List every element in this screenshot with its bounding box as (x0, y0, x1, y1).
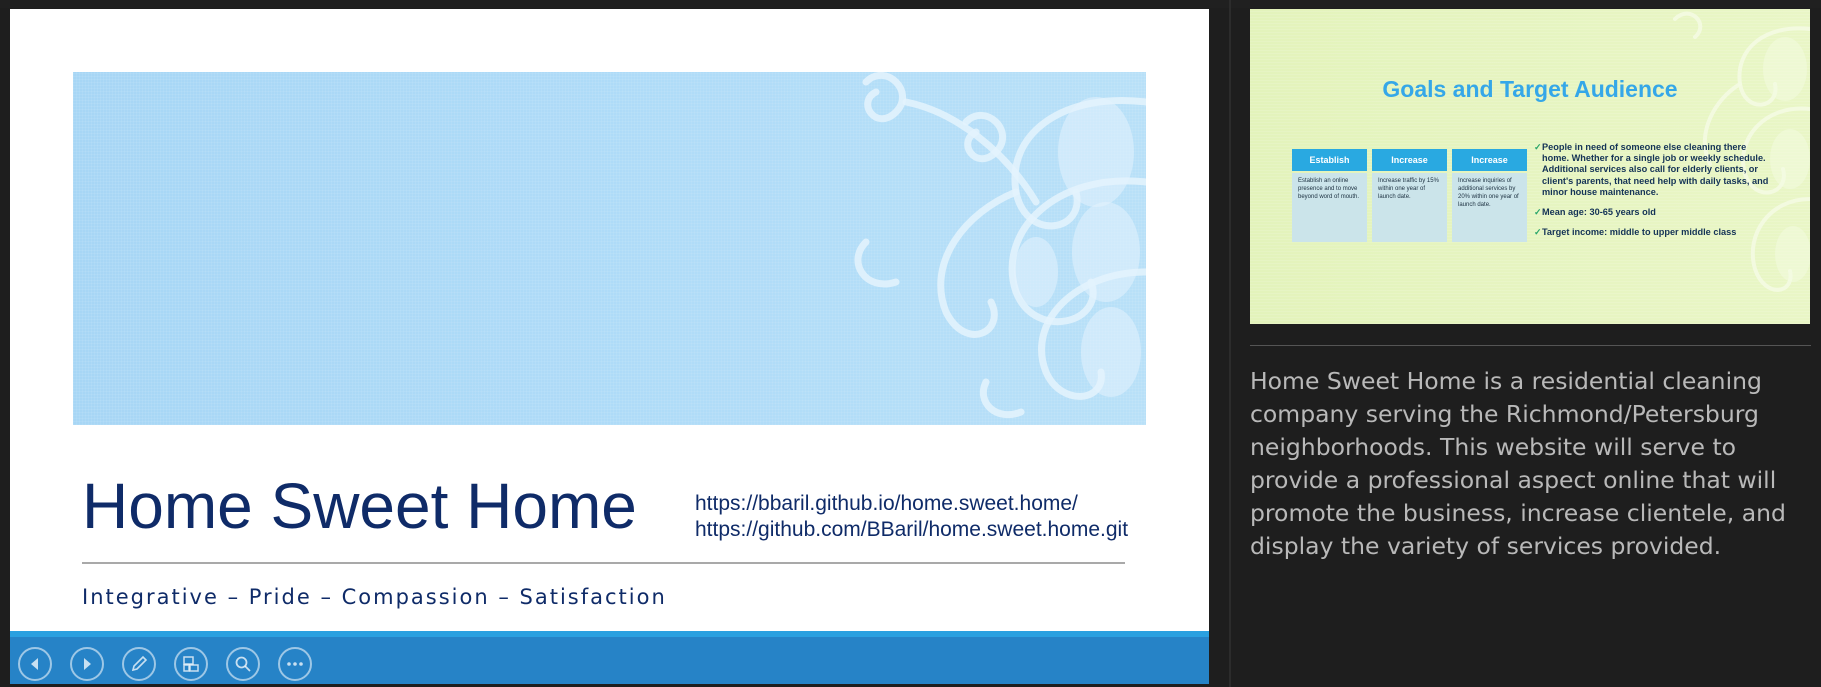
zoom-icon (235, 656, 251, 672)
see-all-slides-button[interactable] (174, 647, 208, 681)
preview-bullet: ✓ People in need of someone else cleanin… (1534, 142, 1769, 198)
preview-bullet: ✓ Mean age: 30-65 years old (1534, 207, 1769, 218)
control-bar-accent (10, 631, 1209, 637)
preview-goal-heading: Establish (1292, 149, 1367, 171)
preview-goal-body: Increase inquiries of additional service… (1452, 173, 1527, 242)
slide-title: Home Sweet Home (82, 470, 637, 542)
preview-bullet: ✓ Target income: middle to upper middle … (1534, 227, 1769, 238)
speaker-notes[interactable]: Home Sweet Home is a residential cleanin… (1250, 365, 1811, 563)
preview-bullet-text: Mean age: 30-65 years old (1542, 207, 1656, 218)
all-slides-icon (183, 656, 199, 672)
notes-separator (1250, 345, 1811, 346)
preview-goal-body: Increase traffic by 15% within one year … (1372, 173, 1447, 242)
check-icon: ✓ (1534, 207, 1542, 218)
slide-tagline: Integrative – Pride – Compassion – Satis… (82, 585, 667, 609)
presenter-control-bar (10, 631, 1209, 684)
previous-slide-button[interactable] (18, 647, 52, 681)
zoom-button[interactable] (226, 647, 260, 681)
current-slide: Home Sweet Home https://bbaril.github.io… (10, 9, 1209, 684)
check-icon: ✓ (1534, 142, 1542, 152)
preview-goal-column: Increase Increase inquiries of additiona… (1452, 149, 1527, 244)
lace-decoration (854, 72, 1146, 419)
preview-bullet-list: ✓ People in need of someone else cleanin… (1534, 142, 1769, 248)
preview-bullet-text: Target income: middle to upper middle cl… (1542, 227, 1737, 238)
pen-icon (131, 655, 148, 672)
preview-goal-column: Establish Establish an online presence a… (1292, 149, 1367, 244)
next-slide-preview[interactable]: Goals and Target Audience Establish Esta… (1250, 9, 1810, 324)
previous-icon (31, 658, 38, 670)
preview-goal-column: Increase Increase traffic by 15% within … (1372, 149, 1447, 244)
more-options-icon (287, 662, 303, 666)
more-options-button[interactable] (278, 647, 312, 681)
preview-goal-heading: Increase (1372, 149, 1447, 171)
preview-slide-title: Goals and Target Audience (1382, 76, 1678, 102)
next-icon (84, 658, 91, 670)
preview-bullet-text: People in need of someone else cleaning … (1542, 142, 1769, 197)
pen-tool-button[interactable] (122, 647, 156, 681)
github-pages-url: https://bbaril.github.io/home.sweet.home… (695, 492, 1078, 515)
next-slide-button[interactable] (70, 647, 104, 681)
slide-banner-image (73, 72, 1146, 425)
check-icon: ✓ (1534, 227, 1542, 238)
github-repo-url: https://github.com/BBaril/home.sweet.hom… (695, 518, 1129, 541)
slide-divider-line (82, 562, 1125, 564)
preview-goal-body: Establish an online presence and to move… (1292, 173, 1367, 242)
pane-divider[interactable] (1229, 0, 1231, 687)
window-top-bar (0, 0, 1821, 8)
preview-goal-heading: Increase (1452, 149, 1527, 171)
